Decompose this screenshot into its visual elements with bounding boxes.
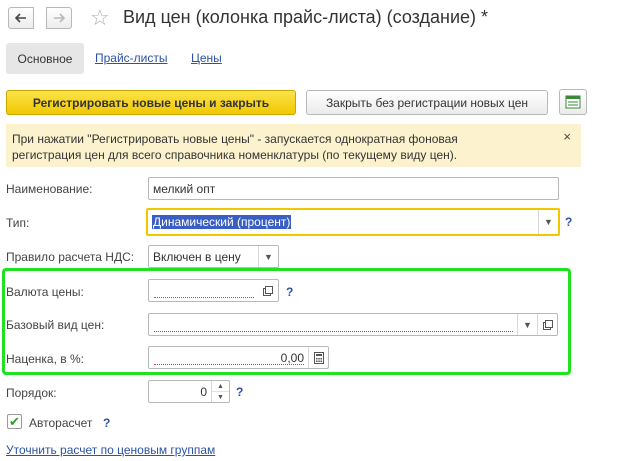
base-price-select[interactable]: ▼ xyxy=(148,313,558,336)
type-help-icon[interactable]: ? xyxy=(565,215,572,229)
markup-value: 0,00 xyxy=(280,350,304,365)
tab-main[interactable]: Основное xyxy=(6,43,84,74)
order-help-icon[interactable]: ? xyxy=(236,385,243,399)
currency-input[interactable] xyxy=(148,279,279,302)
currency-label: Валюта цены: xyxy=(6,285,84,299)
calculator-icon[interactable] xyxy=(308,347,328,368)
chevron-up-icon[interactable]: ▲ xyxy=(212,381,229,392)
open-icon[interactable] xyxy=(258,280,278,301)
report-button[interactable] xyxy=(559,89,587,115)
auto-calc-label: Авторасчет xyxy=(29,416,93,430)
auto-calc-help-icon[interactable]: ? xyxy=(103,416,110,430)
type-label: Тип: xyxy=(6,216,30,230)
forward-button[interactable] xyxy=(46,7,72,29)
order-stepper[interactable]: 0 ▲ ▼ xyxy=(148,380,230,403)
info-line-2: регистрация цен для всего справочника но… xyxy=(12,148,458,162)
required-underline xyxy=(154,297,254,298)
name-input[interactable]: мелкий опт xyxy=(148,177,559,200)
back-button[interactable] xyxy=(8,7,34,29)
register-and-close-button[interactable]: Регистрировать новые цены и закрыть xyxy=(6,90,296,115)
name-label: Наименование: xyxy=(6,182,93,196)
type-select[interactable]: Динамический (процент) ▼ xyxy=(146,208,560,236)
page-title: Вид цен (колонка прайс-листа) (создание)… xyxy=(123,7,489,27)
vat-label: Правило расчета НДС: xyxy=(6,250,135,264)
chevron-down-icon[interactable]: ▼ xyxy=(212,392,229,402)
arrow-left-icon xyxy=(15,13,26,23)
tab-price-lists[interactable]: Прайс-листы xyxy=(95,51,168,65)
type-value: Динамический (процент) xyxy=(152,215,292,229)
order-label: Порядок: xyxy=(6,386,57,400)
refine-calc-link[interactable]: Уточнить расчет по ценовым группам xyxy=(6,443,215,457)
chevron-down-icon[interactable]: ▼ xyxy=(517,314,537,335)
open-icon[interactable] xyxy=(537,314,557,335)
currency-help-icon[interactable]: ? xyxy=(286,285,293,299)
checkmark-icon: ✔ xyxy=(9,413,20,429)
base-price-label: Базовый вид цен: xyxy=(6,318,105,332)
tab-prices[interactable]: Цены xyxy=(191,51,222,65)
markup-input[interactable]: 0,00 xyxy=(148,346,329,369)
chevron-down-icon[interactable]: ▼ xyxy=(258,246,278,267)
auto-calc-checkbox[interactable]: ✔ xyxy=(7,414,22,429)
info-line-1: При нажатии "Регистрировать новые цены" … xyxy=(12,132,458,146)
required-underline xyxy=(154,364,304,365)
name-value: мелкий опт xyxy=(153,181,216,196)
favorite-star-icon[interactable]: ☆ xyxy=(90,6,110,30)
close-without-register-button[interactable]: Закрыть без регистрации новых цен xyxy=(306,90,548,115)
vat-value: Включен в цену xyxy=(153,249,241,264)
arrow-right-icon xyxy=(54,13,65,23)
info-message: При нажатии "Регистрировать новые цены" … xyxy=(6,124,581,167)
close-icon[interactable]: × xyxy=(563,129,571,145)
chevron-down-icon[interactable]: ▼ xyxy=(538,210,558,234)
vat-select[interactable]: Включен в цену ▼ xyxy=(148,245,279,268)
markup-label: Наценка, в %: xyxy=(6,352,84,366)
order-value: 0 xyxy=(200,384,207,399)
required-underline xyxy=(154,331,513,332)
table-report-icon xyxy=(565,95,581,109)
